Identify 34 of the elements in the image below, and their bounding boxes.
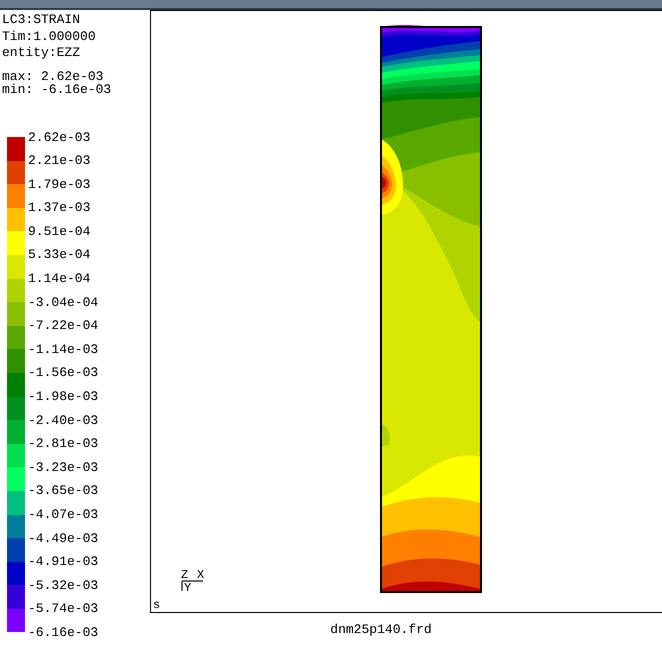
legend-label: 9.51e-04 (28, 222, 92, 241)
corner-label: s (153, 599, 160, 611)
axis-triad-icon (181, 580, 205, 592)
legend-label: -3.65e-03 (28, 482, 98, 500)
legend-label: -6.16e-03 (28, 624, 98, 642)
legend-label: 1.79e-03 (28, 176, 92, 194)
legend-label: -4.07e-03 (28, 506, 98, 524)
legend-label: -1.56e-03 (28, 364, 98, 382)
extrema-text: min: -6.16e-03 (2, 82, 112, 96)
legend-label: -3.04e-04 (28, 294, 98, 312)
legend-label: -4.91e-03 (28, 553, 98, 572)
legend-label: 1.14e-04 (28, 270, 92, 288)
header-text: LC3:STRAIN (2, 12, 82, 28)
legend-label: -4.49e-03 (28, 530, 98, 548)
contour-region (381, 424, 390, 447)
legend-label: 2.62e-03 (28, 128, 92, 146)
legend-label: 2.21e-03 (28, 152, 92, 170)
legend-label: -7.22e-04 (28, 317, 98, 336)
legend-label: -1.14e-03 (28, 340, 98, 359)
extrema-text: max: 2.62e-03 (2, 70, 104, 82)
legend-label: -3.23e-03 (28, 458, 98, 477)
legend-label: -1.98e-03 (28, 388, 98, 406)
axis-label: X (197, 569, 204, 581)
legend-label: 5.33e-04 (28, 246, 92, 264)
axis-label: Z (181, 569, 188, 581)
header-text: entity:EZZ (2, 45, 82, 62)
legend-label: -2.40e-03 (28, 412, 98, 430)
legend-label: 1.37e-03 (28, 199, 92, 218)
legend-label: -5.74e-03 (28, 600, 98, 618)
legend-label: -5.32e-03 (28, 576, 98, 595)
file-name: dnm25p140.frd (330, 622, 432, 637)
legend-label: -2.81e-03 (28, 435, 98, 454)
header-text: Tim:1.000000 (2, 28, 97, 45)
axis-label: Y (184, 582, 192, 594)
